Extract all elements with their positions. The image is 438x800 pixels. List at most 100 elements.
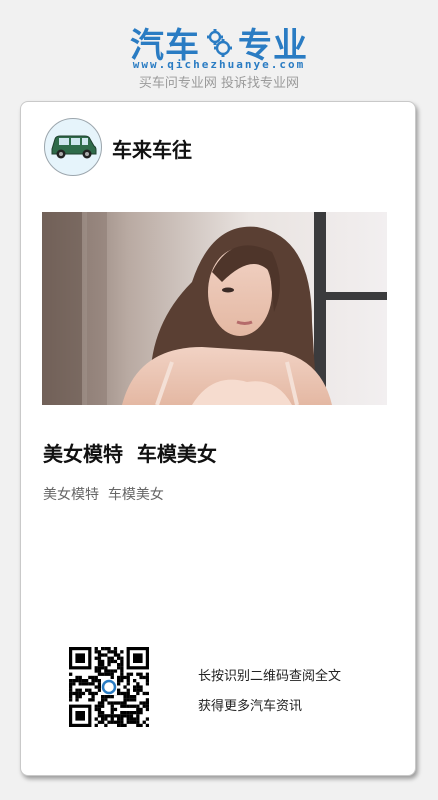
qr-module [133,685,137,689]
qr-module [101,659,105,664]
qr-module [117,656,121,660]
qr-module [97,711,102,715]
qr-module [117,688,121,692]
qr-module [107,659,111,664]
qr-module [136,704,140,708]
qr-module [69,695,73,699]
qr-module [69,688,73,692]
qr-module [110,707,114,712]
qr-module [133,695,137,699]
qr-module [110,672,114,676]
qr-module [88,698,92,702]
qr-module [72,679,76,683]
cover-image[interactable] [42,212,387,405]
qr-module [110,675,114,680]
qr-module [133,717,137,721]
cover-photo [42,212,387,405]
qr-module [97,720,102,724]
qr-module [126,672,130,676]
qr-module [94,650,98,654]
qr-module [133,698,137,702]
qr-module [126,688,130,692]
car-icon [51,135,97,159]
qr-module [142,701,146,705]
qr-module [120,723,124,728]
qr-module [107,720,111,724]
qr-module [78,682,82,686]
qr-module [139,675,143,680]
qr-module [91,691,95,696]
qr-module [123,723,127,728]
qr-module [142,691,146,696]
qr-module [97,653,102,657]
qr-module [69,685,73,689]
qr-module [104,647,108,651]
qr-module [113,720,118,724]
qr-module [101,698,105,702]
qr-module [123,691,127,696]
qr-instruction: 长按识别二维码查阅全文 [198,669,342,684]
qr-module [110,656,114,660]
qr-code[interactable] [69,647,150,728]
qr-module [94,717,98,721]
qr-module [94,666,98,670]
qr-module [69,691,73,696]
qr-module [97,701,102,705]
qr-module [97,688,102,692]
qr-module [120,675,124,680]
qr-module [97,669,102,673]
qr-module [145,723,150,728]
qr-module [117,666,121,670]
qr-module [129,711,134,715]
qr-module [123,685,127,689]
qr-module [120,656,124,660]
qr-module [97,666,102,670]
qr-module [69,672,73,676]
qr-module [110,717,114,721]
qr-module [139,688,143,692]
qr-module [101,704,105,708]
qr-module [126,682,130,686]
qr-module [75,691,79,696]
qr-module [78,675,82,680]
qr-module [104,698,108,702]
qr-module [110,650,114,654]
qr-module [94,704,98,708]
avatar[interactable] [44,118,102,176]
qr-module [94,691,98,696]
qr-module [126,698,130,702]
qr-module [85,682,89,686]
qr-module [145,691,150,696]
qr-module [113,701,118,705]
qr-module [126,720,130,724]
qr-module [120,717,124,721]
site-url: www.qichezhuanye.com [132,58,306,71]
qr-module [81,691,86,696]
qr-module [129,704,134,708]
article-card[interactable]: 车来车往 美女模特 车模美女 美女模特 车模美女 长按识别二维码查阅全文 获得更… [20,101,416,776]
qr-module [94,675,98,680]
qr-module [104,695,108,699]
qr-module [126,679,130,683]
article-title[interactable]: 美女模特 车模美女 [43,438,217,467]
qr-module [104,714,108,718]
qr-module [81,682,86,686]
qr-module [126,675,130,680]
qr-module [123,675,127,680]
qr-module [139,723,143,728]
qr-module [97,659,102,664]
qr-module [75,698,79,702]
qr-module [123,711,127,715]
qr-module [101,695,105,699]
qr-module [88,682,92,686]
qr-module [78,679,82,683]
qr-module [94,679,98,683]
qr-finder [75,653,85,663]
qr-module [113,659,118,664]
qr-module [117,675,121,680]
qr-module [107,669,111,673]
qr-module [113,707,118,712]
qr-module [123,701,127,705]
account-name[interactable]: 车来车往 [112,134,192,163]
qr-module [126,717,130,721]
